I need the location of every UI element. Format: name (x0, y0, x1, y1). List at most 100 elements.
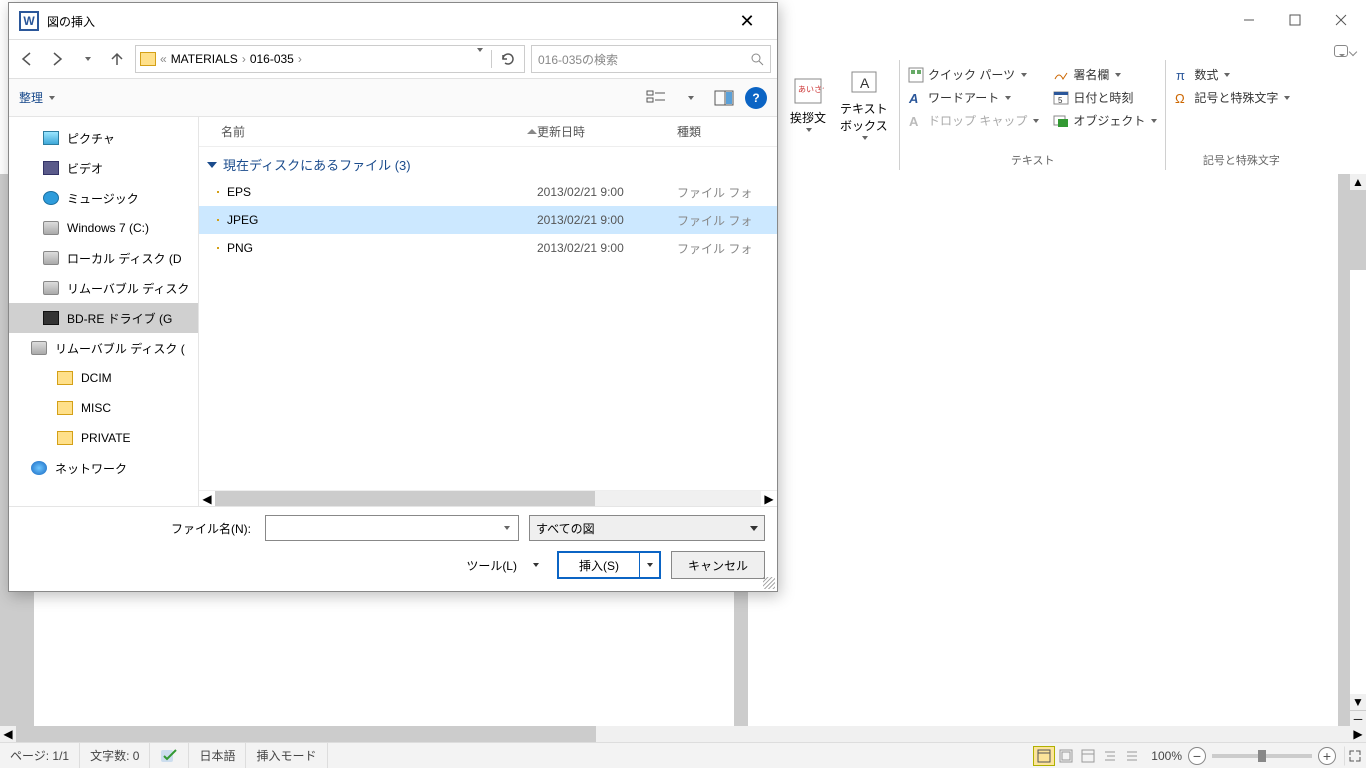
filename-input[interactable] (265, 515, 519, 541)
nav-back-button[interactable] (15, 47, 39, 71)
insert-button[interactable]: 挿入(S) (557, 551, 661, 579)
nav-tree-item[interactable]: リムーバブル ディスク ( (9, 333, 198, 363)
nav-tree-item[interactable]: ローカル ディスク (D (9, 243, 198, 273)
wordart-button[interactable]: Aワードアート (906, 87, 1041, 108)
nav-forward-button[interactable] (45, 47, 69, 71)
view-print-layout[interactable] (1033, 746, 1055, 766)
ribbon-options-button[interactable] (1328, 44, 1356, 58)
scroll-thumb[interactable] (1350, 190, 1366, 270)
file-row[interactable]: JPEG2013/02/21 9:00ファイル フォ (199, 206, 777, 234)
nav-tree-item[interactable]: ネットワーク (9, 453, 198, 483)
help-button[interactable]: ? (745, 87, 767, 109)
file-type-filter[interactable]: すべての図 (529, 515, 765, 541)
signature-line-button[interactable]: 署名欄 (1051, 64, 1159, 85)
nav-tree-item[interactable]: ビデオ (9, 153, 198, 183)
chevron-down-icon (1115, 73, 1121, 77)
dialog-close-button[interactable]: ✕ (727, 7, 767, 35)
refresh-button[interactable] (496, 51, 520, 67)
scroll-thumb[interactable] (215, 491, 595, 506)
breadcrumb-segment[interactable]: 016-035 (250, 52, 294, 66)
status-insert-mode[interactable]: 挿入モード (246, 743, 327, 768)
document-page-right[interactable]: ↵↵↵↵↵ (748, 174, 1338, 726)
svg-text:A: A (860, 75, 870, 91)
nav-up-button[interactable] (105, 47, 129, 71)
organize-button[interactable]: 整理 (19, 89, 55, 106)
navigation-pane[interactable]: ピクチャビデオミュージックWindows 7 (C:)ローカル ディスク (Dリ… (9, 117, 199, 506)
date-time-button[interactable]: 5日付と時刻 (1051, 87, 1159, 108)
maximize-button[interactable] (1272, 5, 1318, 35)
nav-item-label: ピクチャ (67, 130, 115, 147)
status-page[interactable]: ページ: 1/1 (0, 743, 80, 768)
zoom-slider[interactable] (1212, 754, 1312, 758)
nav-tree-item[interactable]: ミュージック (9, 183, 198, 213)
nav-tree-item[interactable]: ピクチャ (9, 123, 198, 153)
equation-icon: π (1174, 67, 1190, 83)
breadcrumb-dropdown[interactable] (475, 52, 483, 66)
view-outline[interactable] (1099, 746, 1121, 766)
scroll-left-button[interactable]: ◀ (0, 726, 16, 742)
scroll-down-button[interactable]: ▼ (1350, 694, 1366, 710)
breadcrumb-segment[interactable]: MATERIALS (171, 52, 238, 66)
nav-recent-dropdown[interactable] (75, 47, 99, 71)
column-date[interactable]: 更新日時 (537, 123, 677, 140)
tools-button[interactable]: ツール(L) (462, 557, 521, 574)
status-proofing[interactable] (150, 743, 189, 768)
equation-button[interactable]: π数式 (1172, 64, 1310, 85)
drop-cap-button[interactable]: Aドロップ キャップ (906, 110, 1041, 131)
greeting-line-button[interactable]: あいさつ 挨拶文 (786, 73, 830, 134)
file-row[interactable]: EPS2013/02/21 9:00ファイル フォ (199, 178, 777, 206)
view-full-screen[interactable] (1055, 746, 1077, 766)
scroll-right-button[interactable]: ▶ (1350, 726, 1366, 742)
status-word-count[interactable]: 文字数: 0 (80, 743, 150, 768)
column-name[interactable]: 名前 (207, 123, 527, 140)
zoom-out-button[interactable]: − (1188, 747, 1206, 765)
symbol-button[interactable]: Ω記号と特殊文字 (1172, 87, 1310, 108)
horizontal-scrollbar[interactable]: ◀ ▶ (0, 726, 1366, 742)
view-draft[interactable] (1121, 746, 1143, 766)
breadcrumb-path[interactable]: « MATERIALS › 016-035 › (135, 45, 525, 73)
scroll-left-button[interactable]: ◀ (199, 492, 215, 506)
split-handle[interactable]: ─ (1350, 710, 1366, 726)
nav-tree-item[interactable]: Windows 7 (C:) (9, 213, 198, 243)
preview-pane-button[interactable] (711, 86, 737, 110)
column-type[interactable]: 種類 (677, 123, 769, 140)
nav-tree-item[interactable]: MISC (9, 393, 198, 423)
insert-split-dropdown[interactable] (639, 553, 659, 577)
zoom-fit-button[interactable] (1344, 746, 1366, 766)
location-icon (43, 311, 59, 325)
dialog-toolbar: 整理 ? (9, 79, 777, 117)
minimize-button[interactable] (1226, 5, 1272, 35)
status-language[interactable]: 日本語 (189, 743, 246, 768)
vertical-scrollbar[interactable]: ▲ ▼ ─ (1350, 174, 1366, 726)
location-icon (57, 401, 73, 415)
close-button[interactable] (1318, 5, 1364, 35)
object-button[interactable]: オブジェクト (1051, 110, 1159, 131)
zoom-in-button[interactable]: + (1318, 747, 1336, 765)
results-horizontal-scrollbar[interactable]: ◀ ▶ (199, 490, 777, 506)
nav-tree-item[interactable]: DCIM (9, 363, 198, 393)
view-mode-dropdown[interactable] (677, 86, 703, 110)
datetime-icon: 5 (1053, 90, 1069, 106)
nav-tree-item[interactable]: BD-RE ドライブ (G (9, 303, 198, 333)
textbox-button[interactable]: A テキスト ボックス (836, 64, 892, 142)
insert-picture-dialog: W 図の挿入 ✕ « MATERIALS › 016-035 › 016-035… (8, 2, 778, 592)
nav-tree-item[interactable]: PRIVATE (9, 423, 198, 453)
file-group-header[interactable]: 現在ディスクにあるファイル (3) (199, 147, 777, 178)
view-web-layout[interactable] (1077, 746, 1099, 766)
ribbon-group-label: テキスト (906, 148, 1159, 168)
search-input[interactable]: 016-035の検索 (531, 45, 771, 73)
location-icon (57, 371, 73, 385)
scroll-up-button[interactable]: ▲ (1350, 174, 1366, 190)
zoom-level[interactable]: 100% (1151, 749, 1182, 763)
quick-parts-button[interactable]: クイック パーツ (906, 64, 1041, 85)
resize-grip[interactable] (763, 577, 775, 589)
scroll-right-button[interactable]: ▶ (761, 492, 777, 506)
status-bar: ページ: 1/1 文字数: 0 日本語 挿入モード 100% − + (0, 742, 1366, 768)
file-row[interactable]: PNG2013/02/21 9:00ファイル フォ (199, 234, 777, 262)
ribbon-group-label (786, 164, 893, 168)
zoom-slider-thumb[interactable] (1258, 750, 1266, 762)
view-mode-button[interactable] (643, 86, 669, 110)
scroll-thumb[interactable] (16, 726, 596, 742)
cancel-button[interactable]: キャンセル (671, 551, 765, 579)
nav-tree-item[interactable]: リムーバブル ディスク (9, 273, 198, 303)
